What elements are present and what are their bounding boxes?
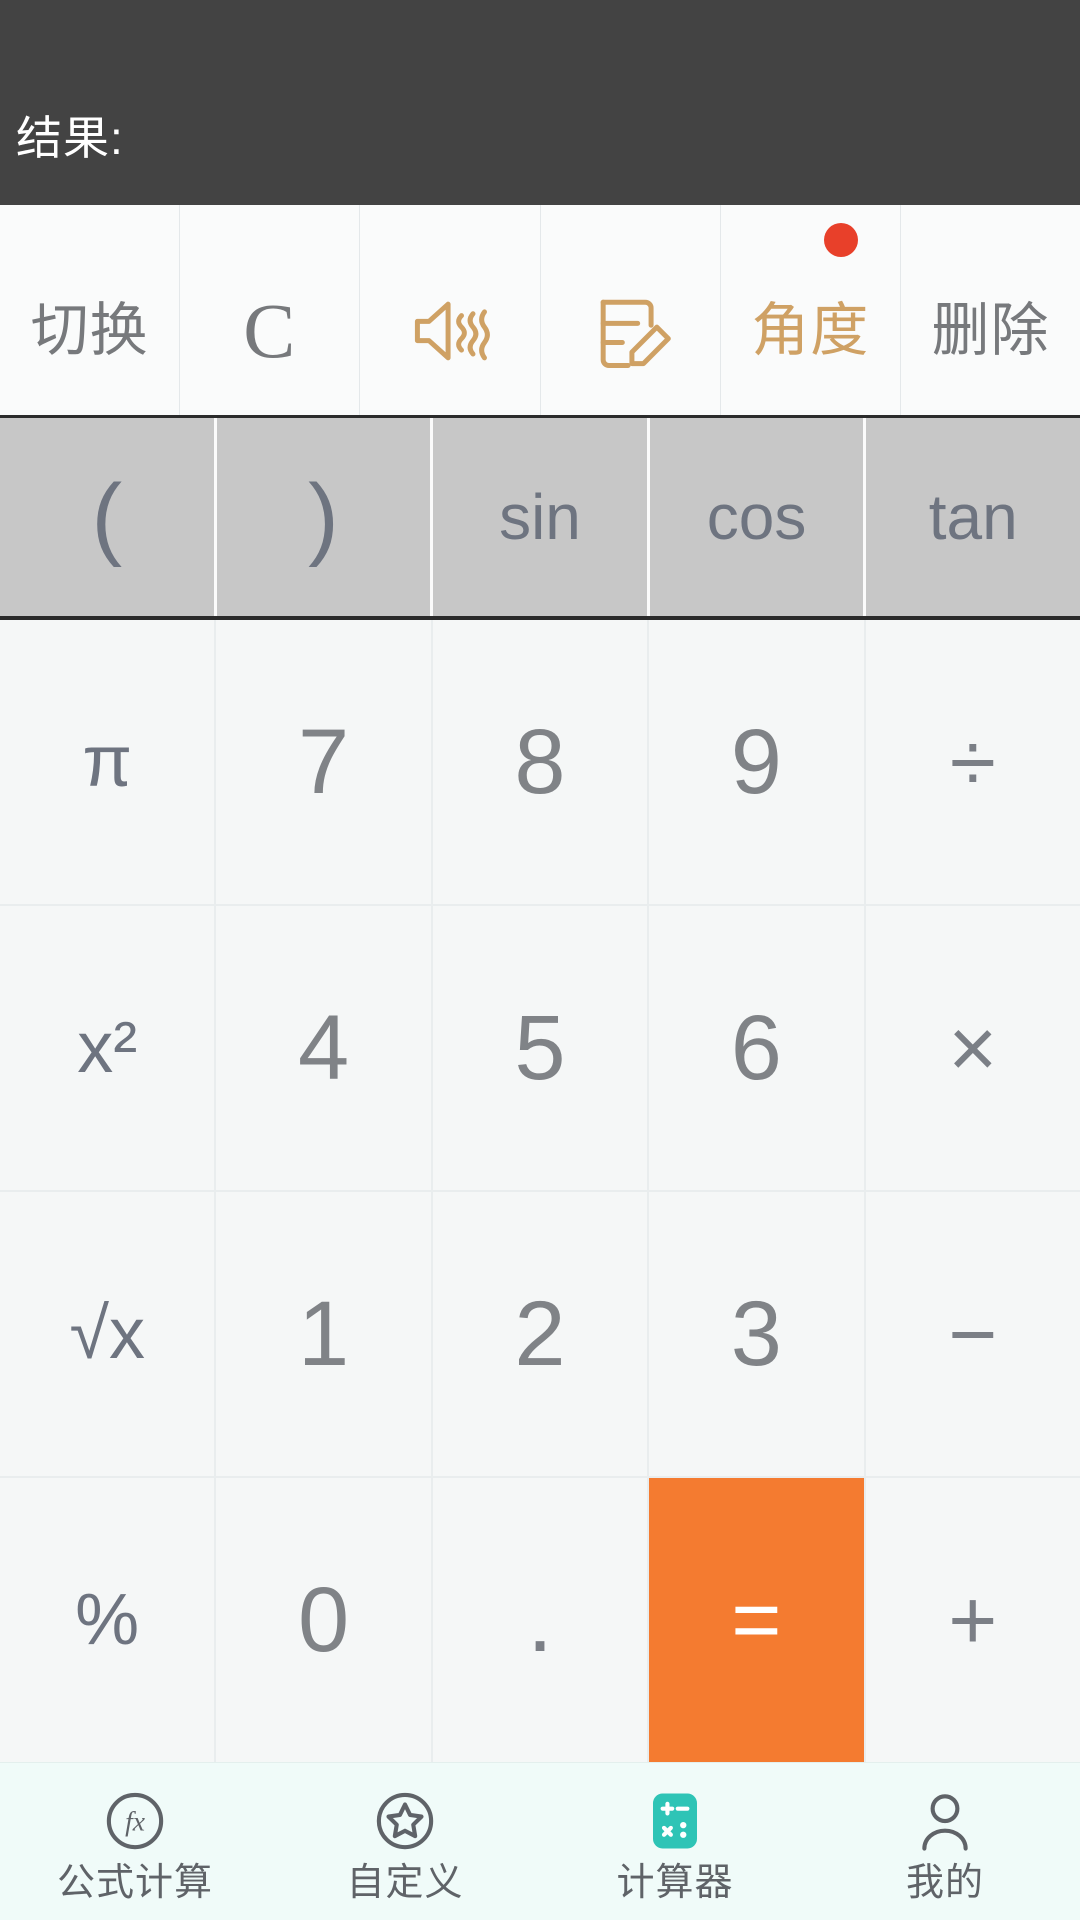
key-six[interactable]: 6: [649, 906, 864, 1190]
nav-label-formula-calc: 公式计算: [56, 1861, 213, 1904]
key-seven-label: 7: [298, 711, 350, 813]
speaker-sound-icon: [404, 285, 496, 377]
key-pi-label: π: [82, 722, 133, 802]
nav-label-custom: 自定义: [346, 1861, 464, 1904]
key-seven[interactable]: 7: [216, 620, 431, 904]
cos-button[interactable]: cos: [649, 418, 867, 616]
key-decimal-label: .: [527, 1569, 553, 1671]
expression-text: [16, 16, 1058, 76]
nav-item-formula-calc[interactable]: fx 公式计算: [0, 1763, 270, 1920]
key-square-root[interactable]: √x: [0, 1192, 215, 1476]
key-minus-label: −: [948, 1287, 998, 1381]
key-divide[interactable]: ÷: [865, 620, 1080, 904]
angle-badge-dot: [824, 223, 859, 257]
keypad: π 7 8 9 ÷ x² 4 5 6 × √x 1 2 3 − % 0 . = …: [0, 620, 1080, 1762]
key-five-label: 5: [514, 997, 566, 1099]
key-percent-label: %: [75, 1580, 140, 1660]
svg-text:fx: fx: [125, 1805, 145, 1836]
key-three-label: 3: [730, 1283, 782, 1385]
key-percent[interactable]: %: [0, 1478, 215, 1762]
switch-button[interactable]: 切换: [0, 205, 181, 415]
nav-label-calculator: 计算器: [616, 1861, 734, 1904]
tan-button[interactable]: tan: [866, 418, 1080, 616]
nav-item-calculator[interactable]: 计算器: [540, 1763, 810, 1920]
note-edit-icon: [584, 285, 676, 377]
person-icon: [912, 1788, 978, 1854]
clear-button[interactable]: C: [180, 205, 361, 415]
key-one-label: 1: [298, 1283, 350, 1385]
clear-label: C: [243, 287, 297, 374]
result-label: 结果:: [16, 112, 124, 164]
switch-label: 切换: [30, 298, 149, 363]
nav-label-mine: 我的: [905, 1861, 984, 1904]
calculator-icon: [642, 1788, 708, 1854]
key-eight[interactable]: 8: [432, 620, 648, 904]
nav-item-mine[interactable]: 我的: [810, 1763, 1080, 1920]
key-six-label: 6: [730, 997, 782, 1099]
nav-item-custom[interactable]: 自定义: [270, 1763, 540, 1920]
bottom-navigation: fx 公式计算 自定义 计算器 我的: [0, 1762, 1080, 1920]
open-paren-label: (: [91, 466, 123, 568]
key-nine[interactable]: 9: [649, 620, 864, 904]
key-equals[interactable]: =: [649, 1478, 864, 1762]
angle-button[interactable]: 角度: [720, 205, 901, 415]
key-five[interactable]: 5: [432, 906, 648, 1190]
key-plus[interactable]: +: [865, 1478, 1080, 1762]
angle-label: 角度: [751, 298, 870, 363]
key-two-label: 2: [514, 1283, 566, 1385]
key-square-root-label: √x: [69, 1294, 145, 1374]
sin-button[interactable]: sin: [433, 418, 650, 616]
close-paren-button[interactable]: ): [216, 418, 434, 616]
key-one[interactable]: 1: [216, 1192, 431, 1476]
key-x-squared[interactable]: x²: [0, 906, 215, 1190]
key-pi[interactable]: π: [0, 620, 215, 904]
key-zero[interactable]: 0: [216, 1478, 431, 1762]
key-two[interactable]: 2: [432, 1192, 648, 1476]
key-nine-label: 9: [730, 711, 782, 813]
open-paren-button[interactable]: (: [0, 418, 217, 616]
key-zero-label: 0: [298, 1569, 350, 1671]
close-paren-label: ): [308, 466, 339, 568]
toolbar: 切换 C 角度 删除: [0, 205, 1080, 418]
key-divide-label: ÷: [949, 715, 996, 809]
key-minus[interactable]: −: [865, 1192, 1080, 1476]
star-circle-icon: [372, 1788, 438, 1854]
key-multiply-label: ×: [948, 1001, 998, 1095]
key-x-squared-label: x²: [77, 1008, 138, 1088]
key-plus-label: +: [948, 1573, 998, 1667]
sin-label: sin: [499, 481, 581, 553]
key-four[interactable]: 4: [216, 906, 431, 1190]
cos-label: cos: [706, 481, 807, 553]
key-three[interactable]: 3: [649, 1192, 864, 1476]
key-equals-label: =: [731, 1572, 782, 1668]
delete-button[interactable]: 删除: [900, 205, 1080, 415]
key-multiply[interactable]: ×: [865, 906, 1080, 1190]
key-four-label: 4: [298, 997, 350, 1099]
delete-label: 删除: [931, 298, 1050, 363]
fx-circle-icon: fx: [102, 1788, 168, 1854]
display-panel: 结果:: [0, 0, 1080, 205]
key-decimal[interactable]: .: [432, 1478, 648, 1762]
note-button[interactable]: [540, 205, 721, 415]
function-row: ( ) sin cos tan: [0, 418, 1080, 620]
key-eight-label: 8: [514, 711, 566, 813]
sound-button[interactable]: [360, 205, 541, 415]
calculator-app: 结果: 切换 C 角度 删除 () sin cos tan π 7 8 9 ÷…: [0, 0, 1080, 1920]
tan-label: tan: [928, 481, 1018, 553]
